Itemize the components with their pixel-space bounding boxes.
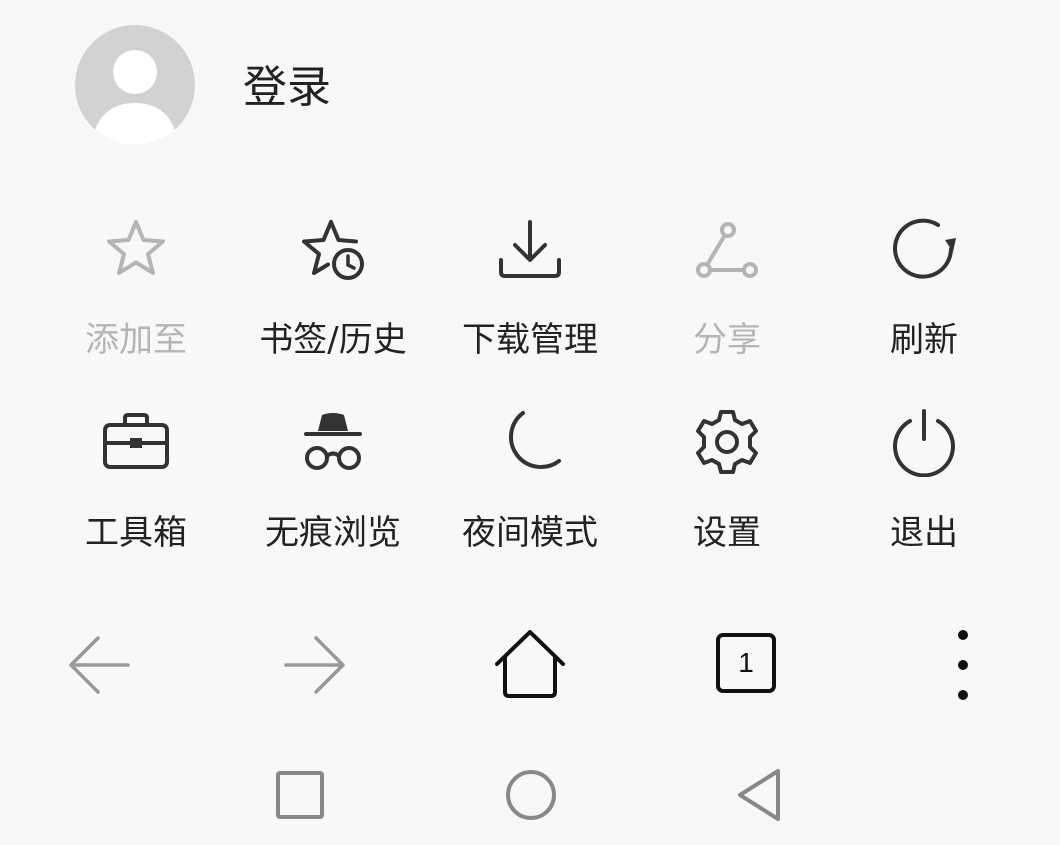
menu-label: 刷新 xyxy=(890,320,958,360)
toolbox-icon xyxy=(103,413,169,469)
share-icon xyxy=(696,222,758,278)
menu-label: 分享 xyxy=(693,320,761,360)
menu-label: 添加至 xyxy=(85,320,187,360)
menu-item-refresh[interactable]: 刷新 xyxy=(826,200,1022,380)
gear-icon xyxy=(696,410,758,474)
back-arrow-icon[interactable] xyxy=(64,630,134,700)
menu-label: 书签/历史 xyxy=(259,320,407,360)
home-icon[interactable] xyxy=(495,630,565,700)
avatar[interactable] xyxy=(75,25,195,145)
menu-item-add-to[interactable]: 添加至 xyxy=(38,200,234,380)
menu-item-share[interactable]: 分享 xyxy=(629,200,825,380)
home-circle-icon[interactable] xyxy=(503,767,559,823)
menu-item-downloads[interactable]: 下载管理 xyxy=(432,200,628,380)
menu-item-incognito[interactable]: 无痕浏览 xyxy=(235,393,431,573)
menu-item-exit[interactable]: 退出 xyxy=(826,393,1022,573)
star-icon xyxy=(107,220,165,275)
download-icon xyxy=(499,220,561,278)
menu-label: 设置 xyxy=(693,513,761,553)
tabs-button[interactable]: 1 xyxy=(716,633,776,693)
tab-count: 1 xyxy=(738,647,754,678)
moon-icon xyxy=(509,411,561,469)
person-icon xyxy=(92,50,178,145)
menu-item-bookmarks-history[interactable]: 书签/历史 xyxy=(235,200,431,380)
menu-item-night-mode[interactable]: 夜间模式 xyxy=(432,393,628,573)
menu-label: 无痕浏览 xyxy=(265,513,401,553)
forward-arrow-icon[interactable] xyxy=(280,630,350,700)
menu-item-toolbox[interactable]: 工具箱 xyxy=(38,393,234,573)
menu-label: 下载管理 xyxy=(462,320,598,360)
more-vertical-icon[interactable] xyxy=(928,630,998,700)
login-label[interactable]: 登录 xyxy=(243,60,331,116)
incognito-icon xyxy=(304,413,362,470)
menu-item-settings[interactable]: 设置 xyxy=(629,393,825,573)
menu-label: 退出 xyxy=(890,513,958,553)
profile-header[interactable]: 登录 xyxy=(0,0,1060,170)
power-icon xyxy=(893,409,955,477)
system-nav-bar xyxy=(0,745,1060,845)
refresh-icon xyxy=(893,218,956,279)
browser-toolbar: 1 xyxy=(0,610,1060,720)
menu-label: 夜间模式 xyxy=(462,513,598,553)
menu-label: 工具箱 xyxy=(85,513,187,553)
back-triangle-icon[interactable] xyxy=(734,767,790,823)
recents-square-icon[interactable] xyxy=(272,767,328,823)
star-clock-icon xyxy=(302,220,364,280)
